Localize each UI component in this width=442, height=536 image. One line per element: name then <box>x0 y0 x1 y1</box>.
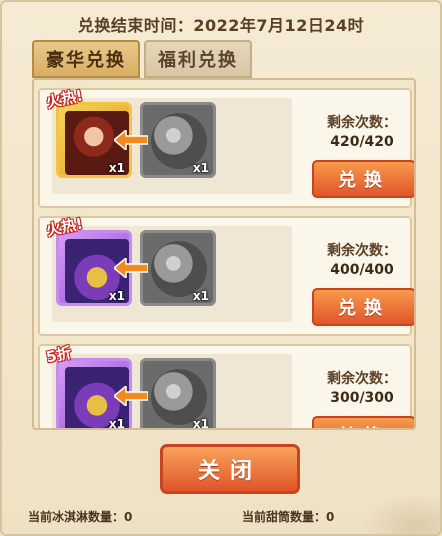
tab-welfare-exchange[interactable]: 福利兑换 <box>144 40 252 78</box>
remaining-value: 300/300 <box>330 390 394 406</box>
remaining-label: 剩余次数： <box>327 115 397 131</box>
remaining-value: 420/420 <box>330 134 394 150</box>
cost-count: x1 <box>192 161 209 175</box>
cone-count: 当前甜筒数量：0 <box>242 510 335 524</box>
cost-item[interactable]: x1 <box>140 358 216 430</box>
remaining-label: 剩余次数： <box>327 371 397 387</box>
exchange-arrow-icon <box>114 386 148 406</box>
exchange-list[interactable]: x1 火热! x1 剩余次数： 420/420 兑换 x1 火热! x1 剩余次… <box>32 78 416 430</box>
icecream-count: 当前冰淇淋数量：0 <box>28 510 133 524</box>
reward-count: x1 <box>108 161 125 175</box>
reward-count: x1 <box>108 289 125 303</box>
cost-item[interactable]: x1 <box>140 102 216 178</box>
exchange-button[interactable]: 兑换 <box>312 160 414 198</box>
exchange-panel: 兑换结束时间：2022年7月12日24时 豪华兑换 福利兑换 x1 火热! x1… <box>0 0 442 536</box>
cost-item[interactable]: x1 <box>140 230 216 306</box>
exchange-card: x1 5折 x1 剩余次数： 300/300 兑换 <box>38 344 414 430</box>
exchange-card: x1 火热! x1 剩余次数： 400/400 兑换 <box>38 214 414 336</box>
exchange-arrow-icon <box>114 258 148 278</box>
exchange-card: x1 火热! x1 剩余次数： 420/420 兑换 <box>38 86 414 208</box>
reward-count: x1 <box>108 417 125 430</box>
exchange-arrow-icon <box>114 130 148 150</box>
close-button[interactable]: 关闭 <box>160 444 300 494</box>
exchange-tabs: 豪华兑换 福利兑换 <box>32 40 252 78</box>
remaining-label: 剩余次数： <box>327 243 397 259</box>
deadline-text: 兑换结束时间：2022年7月12日24时 <box>77 16 365 35</box>
remaining-value: 400/400 <box>330 262 394 278</box>
exchange-button[interactable]: 兑换 <box>312 416 414 428</box>
cost-count: x1 <box>192 289 209 303</box>
corner-decoration <box>360 494 440 534</box>
exchange-button[interactable]: 兑换 <box>312 288 414 326</box>
tab-deluxe-exchange[interactable]: 豪华兑换 <box>32 40 140 78</box>
cost-count: x1 <box>192 417 209 430</box>
